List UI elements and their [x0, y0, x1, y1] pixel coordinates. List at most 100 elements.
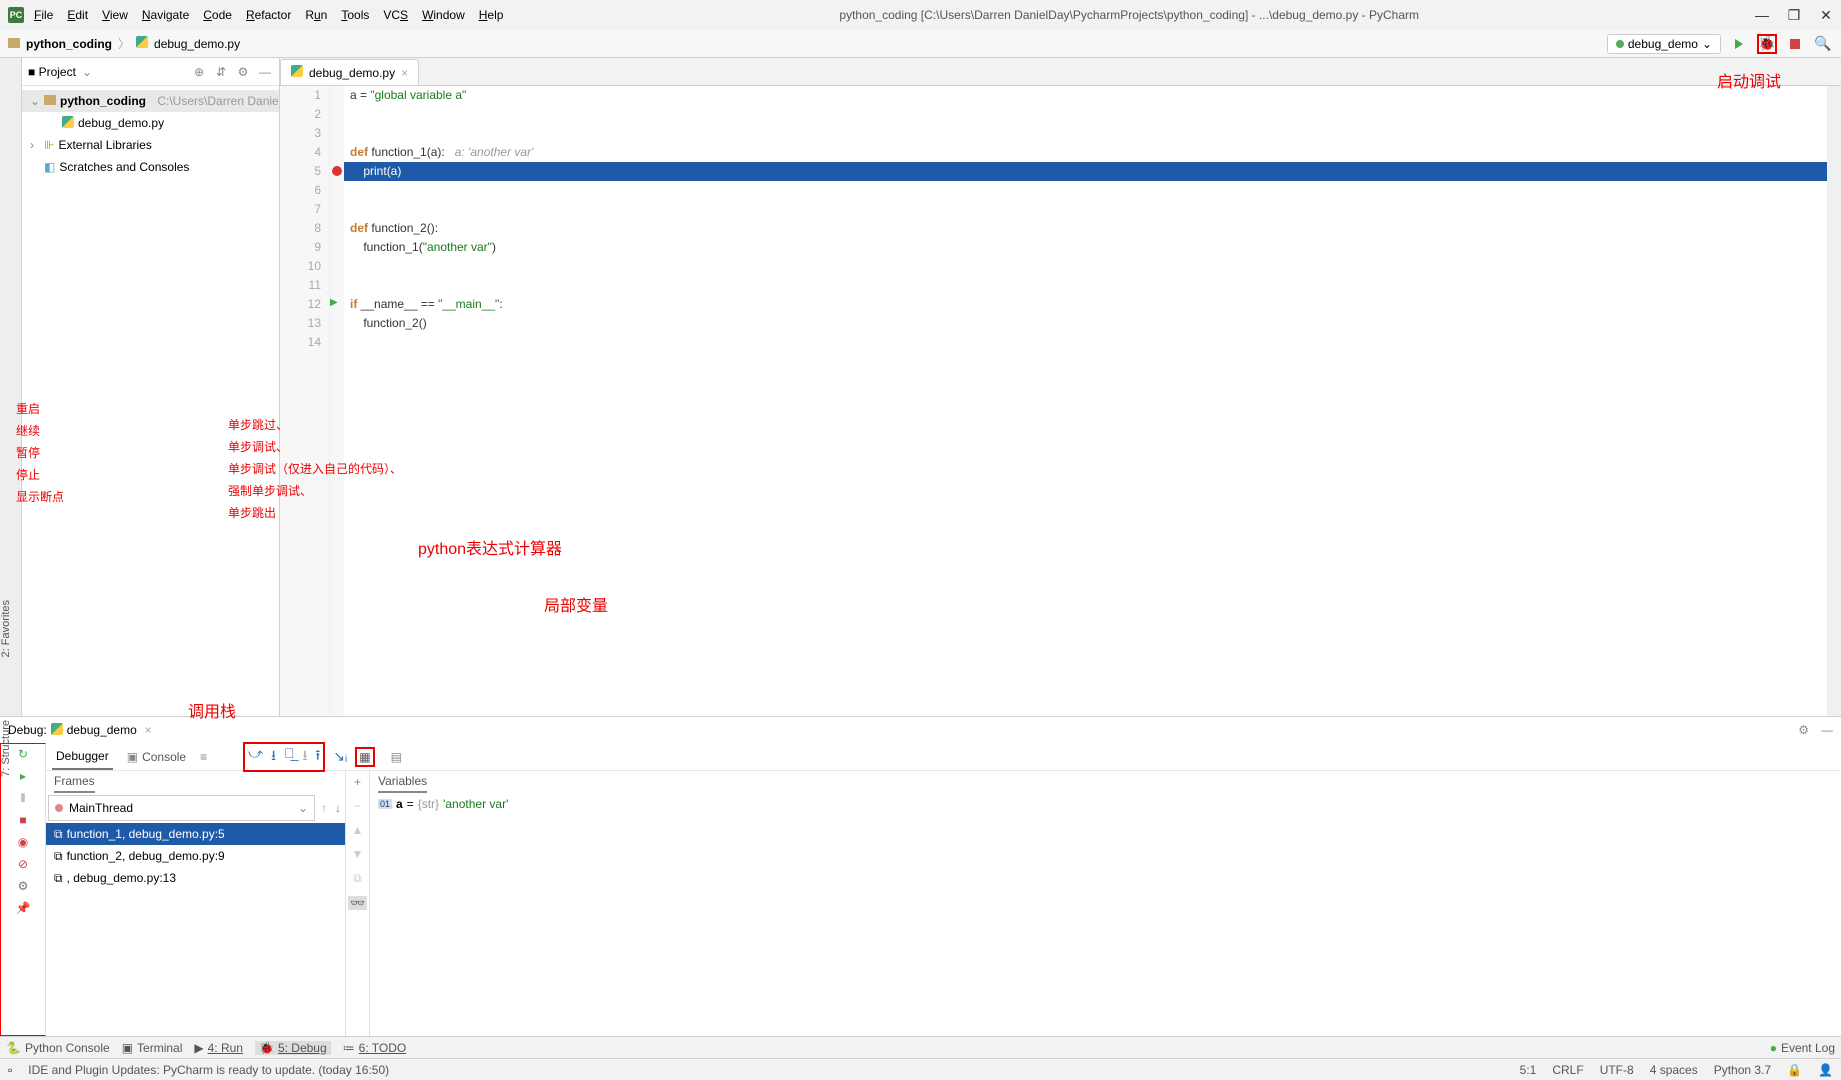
tree-root[interactable]: ⌄ python_coding C:\Users\Darren Danie	[22, 90, 279, 112]
expand-icon[interactable]: ⌄	[30, 94, 40, 108]
menu-run[interactable]: Run	[305, 8, 327, 22]
breadcrumb-file[interactable]: debug_demo.py	[154, 37, 240, 51]
title-bar: PC File Edit View Navigate Code Refactor…	[0, 0, 1841, 30]
force-step-icon[interactable]: ⭳	[302, 745, 307, 769]
tree-external-libs[interactable]: › ⊪ External Libraries	[22, 134, 279, 156]
menu-file[interactable]: File	[34, 8, 53, 22]
editor-tab[interactable]: debug_demo.py ×	[280, 59, 419, 85]
prev-frame-icon[interactable]: ↑	[317, 801, 331, 815]
stop-button[interactable]	[1785, 34, 1805, 54]
menu-view[interactable]: View	[102, 8, 128, 22]
debug-tool[interactable]: 🐞 5: Debug	[255, 1041, 331, 1055]
gear-icon[interactable]: ⚙	[235, 64, 251, 80]
run-tool[interactable]: ▶ 4: Run	[194, 1041, 243, 1055]
resume-icon[interactable]: ▸	[15, 768, 31, 784]
step-into-my-icon[interactable]: ⭳̲	[284, 745, 295, 769]
console-tab[interactable]: ▣Console	[123, 744, 190, 770]
variables-tab[interactable]: Variables	[378, 771, 427, 793]
status-enc[interactable]: UTF-8	[1600, 1063, 1634, 1077]
next-frame-icon[interactable]: ↓	[331, 801, 345, 815]
settings-icon[interactable]: ⚙	[15, 878, 31, 894]
run-to-cursor-icon[interactable]: ↘ᵢ	[333, 748, 347, 765]
pause-icon[interactable]: ‖	[15, 790, 31, 806]
add-watch-icon[interactable]: +	[354, 775, 361, 789]
lock-icon[interactable]: 🔒	[1787, 1063, 1802, 1077]
chevron-down-icon[interactable]: ⌄	[82, 65, 92, 79]
step-over-icon[interactable]: ⤻	[248, 745, 263, 769]
calculator-icon: ▦	[359, 750, 370, 764]
bug-icon: 🐞	[1758, 35, 1775, 52]
status-eol[interactable]: CRLF	[1552, 1063, 1583, 1077]
layout-icon[interactable]: ▤	[391, 750, 402, 764]
glasses-icon[interactable]: 👓	[348, 896, 367, 910]
frame-item[interactable]: ⧉ , debug_demo.py:13	[46, 867, 345, 889]
menu-refactor[interactable]: Refactor	[246, 8, 291, 22]
maximize-button[interactable]: ❐	[1787, 7, 1801, 24]
close-button[interactable]: ✕	[1819, 7, 1833, 24]
frame-item[interactable]: ⧉ function_1, debug_demo.py:5	[46, 823, 345, 845]
tool-structure-tab[interactable]: 7: Structure	[0, 720, 12, 777]
run-config-icon	[1616, 40, 1624, 48]
thread-name: MainThread	[69, 801, 133, 815]
gear-icon[interactable]: ⚙	[1798, 723, 1809, 737]
menu-code[interactable]: Code	[203, 8, 232, 22]
status-pos[interactable]: 5:1	[1520, 1063, 1537, 1077]
profile-icon[interactable]: 👤	[1818, 1063, 1833, 1077]
breakpoints-icon[interactable]: ◉	[15, 834, 31, 850]
app-icon: PC	[8, 7, 24, 23]
step-out-icon[interactable]: ⭱	[315, 745, 320, 769]
thread-selector[interactable]: MainThread ⌄	[48, 795, 315, 821]
status-indent[interactable]: 4 spaces	[1650, 1063, 1698, 1077]
collapse-icon[interactable]: ⇵	[213, 64, 229, 80]
up-icon[interactable]: ▲	[352, 823, 364, 837]
search-button[interactable]: 🔍	[1813, 34, 1833, 54]
list-icon[interactable]: ≡	[200, 750, 207, 764]
stop-icon	[1790, 39, 1800, 49]
terminal-tool[interactable]: ▣ Terminal	[122, 1041, 183, 1055]
pin-icon[interactable]: 📌	[15, 900, 31, 916]
python-console-tool[interactable]: 🐍 Python Console	[6, 1041, 110, 1055]
breadcrumb: python_coding 〉 debug_demo.py	[8, 35, 1607, 52]
menu-window[interactable]: Window	[422, 8, 465, 22]
run-config-selector[interactable]: debug_demo ⌄	[1607, 34, 1721, 54]
variable-row[interactable]: 01 a = {str} 'another var'	[370, 793, 1841, 815]
menu-navigate[interactable]: Navigate	[142, 8, 189, 22]
event-log-tool[interactable]: ● Event Log	[1770, 1041, 1835, 1055]
tool-favorites-tab[interactable]: 2: Favorites	[0, 600, 12, 657]
hide-icon[interactable]: —	[257, 64, 273, 80]
debugger-tab[interactable]: Debugger	[52, 744, 113, 770]
python-file-icon	[62, 116, 74, 131]
breadcrumb-project[interactable]: python_coding	[26, 37, 112, 51]
frame-item[interactable]: ⧉ function_2, debug_demo.py:9	[46, 845, 345, 867]
tree-file[interactable]: debug_demo.py	[22, 112, 279, 134]
down-icon[interactable]: ▼	[352, 847, 364, 861]
remove-watch-icon[interactable]: −	[354, 799, 361, 813]
debug-button[interactable]: 🐞	[1757, 34, 1777, 54]
rerun-icon[interactable]: ↻	[15, 746, 31, 762]
minimize-button[interactable]: —	[1755, 7, 1769, 24]
status-python[interactable]: Python 3.7	[1714, 1063, 1771, 1077]
step-into-icon[interactable]: ⭳	[271, 745, 276, 769]
run-button[interactable]	[1729, 34, 1749, 54]
step-toolbar: ⤻ ⭳ ⭳̲ ⭳ ⭱	[243, 742, 325, 772]
frame-icon: ⧉	[54, 849, 63, 864]
menu-help[interactable]: Help	[479, 8, 504, 22]
close-icon[interactable]: ×	[145, 723, 152, 737]
copy-icon[interactable]: ⧉	[353, 871, 362, 886]
menu-edit[interactable]: Edit	[67, 8, 88, 22]
menu-tools[interactable]: Tools	[341, 8, 369, 22]
todo-tool[interactable]: ≔ 6: TODO	[343, 1041, 407, 1055]
frames-tab[interactable]: Frames	[54, 771, 95, 793]
mute-bp-icon[interactable]: ⊘	[15, 856, 31, 872]
hide-icon[interactable]: —	[1821, 723, 1833, 737]
locate-icon[interactable]: ⊕	[191, 64, 207, 80]
stop-icon[interactable]: ■	[15, 812, 31, 828]
chevron-down-icon: ⌄	[298, 801, 308, 815]
debug-config[interactable]: debug_demo	[67, 723, 137, 737]
evaluate-expr-button[interactable]: ▦	[355, 747, 374, 767]
status-icon[interactable]: ▫	[8, 1063, 12, 1077]
close-icon[interactable]: ×	[401, 66, 408, 80]
menu-vcs[interactable]: VCS	[383, 8, 408, 22]
tree-scratches[interactable]: ◧ Scratches and Consoles	[22, 156, 279, 178]
expand-icon[interactable]: ›	[30, 138, 40, 152]
